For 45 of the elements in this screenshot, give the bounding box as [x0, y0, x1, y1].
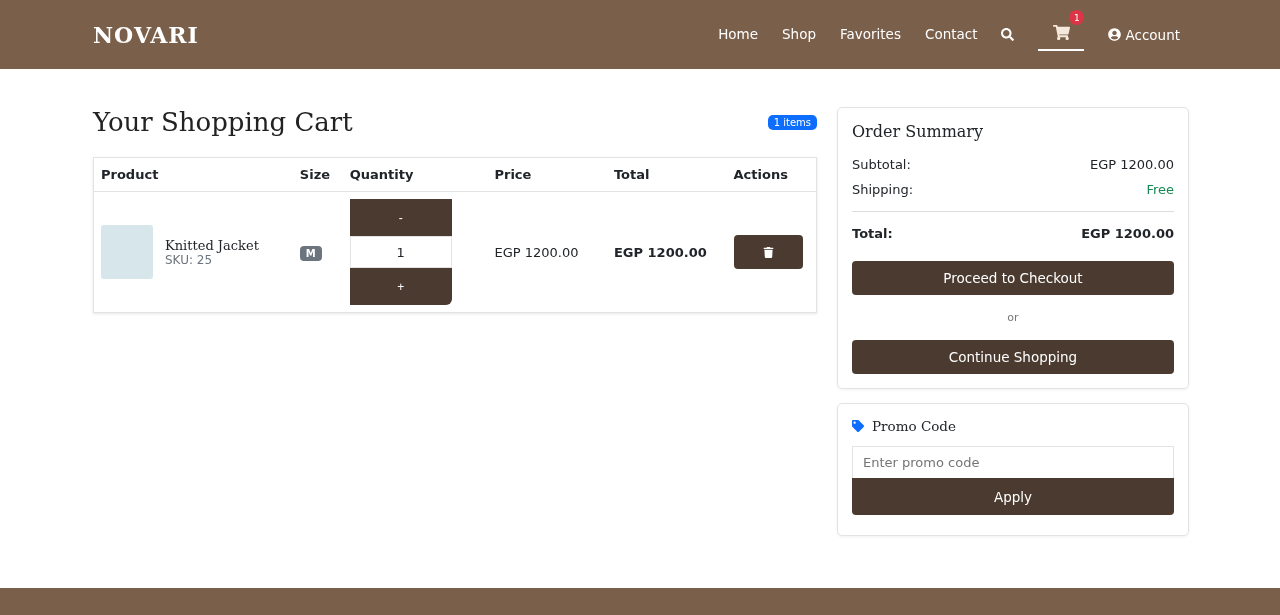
- checkout-button[interactable]: Proceed to Checkout: [852, 261, 1174, 295]
- total-cell: EGP 1200.00: [606, 191, 727, 313]
- cart-count-badge: 1: [1069, 10, 1085, 25]
- decrease-button[interactable]: -: [349, 199, 452, 236]
- increase-button[interactable]: +: [349, 268, 452, 305]
- item-count-badge: 1 items: [767, 114, 817, 130]
- user-icon: [1108, 28, 1122, 41]
- column-header: Total: [606, 157, 727, 192]
- search-button[interactable]: [1001, 28, 1015, 41]
- tag-icon: [852, 420, 864, 432]
- account-link[interactable]: Account: [1108, 26, 1180, 43]
- trash-icon: [762, 246, 774, 258]
- nav-link[interactable]: Favorites: [839, 21, 901, 48]
- total-label: Total:: [852, 226, 893, 241]
- column-header: Quantity: [342, 157, 488, 192]
- price-cell: EGP 1200.00: [487, 191, 607, 313]
- continue-shopping-button[interactable]: Continue Shopping: [852, 340, 1174, 374]
- brand-logo: NOVARI: [93, 21, 199, 48]
- summary-label: Shipping:: [852, 182, 914, 197]
- promo-code-field[interactable]: Enter promo code: [852, 446, 1174, 478]
- summary-label: Subtotal:: [852, 157, 911, 172]
- total-value: EGP 1200.00: [1081, 226, 1174, 241]
- product-name: Knitted Jacket: [165, 237, 259, 253]
- nav-link[interactable]: Shop: [782, 21, 816, 48]
- cart-link[interactable]: 1: [1038, 10, 1085, 51]
- photo-placeholder: [101, 225, 153, 279]
- nav-link[interactable]: Home: [718, 21, 758, 48]
- column-header: Product: [93, 157, 293, 192]
- column-header: Size: [292, 157, 343, 192]
- summary-value: EGP 1200.00: [1089, 157, 1174, 172]
- nav-link[interactable]: Contact: [924, 21, 978, 48]
- column-header: Actions: [726, 157, 817, 192]
- product-sku: SKU: 25: [165, 252, 214, 267]
- summary-value: Free: [1146, 182, 1174, 197]
- page-title: Your Shopping Cart: [93, 107, 353, 137]
- card-title: Promo Code: [872, 418, 956, 434]
- apply-button[interactable]: Apply: [852, 478, 1174, 515]
- card-title: Order Summary: [852, 122, 985, 141]
- or-separator: or: [1006, 311, 1020, 324]
- delete-button[interactable]: [733, 235, 803, 269]
- quantity-value[interactable]: 1: [349, 236, 452, 268]
- cart-icon: [1053, 24, 1070, 41]
- size-tag: M: [299, 245, 322, 261]
- search-icon: [1001, 28, 1015, 41]
- column-header: Price: [487, 157, 607, 192]
